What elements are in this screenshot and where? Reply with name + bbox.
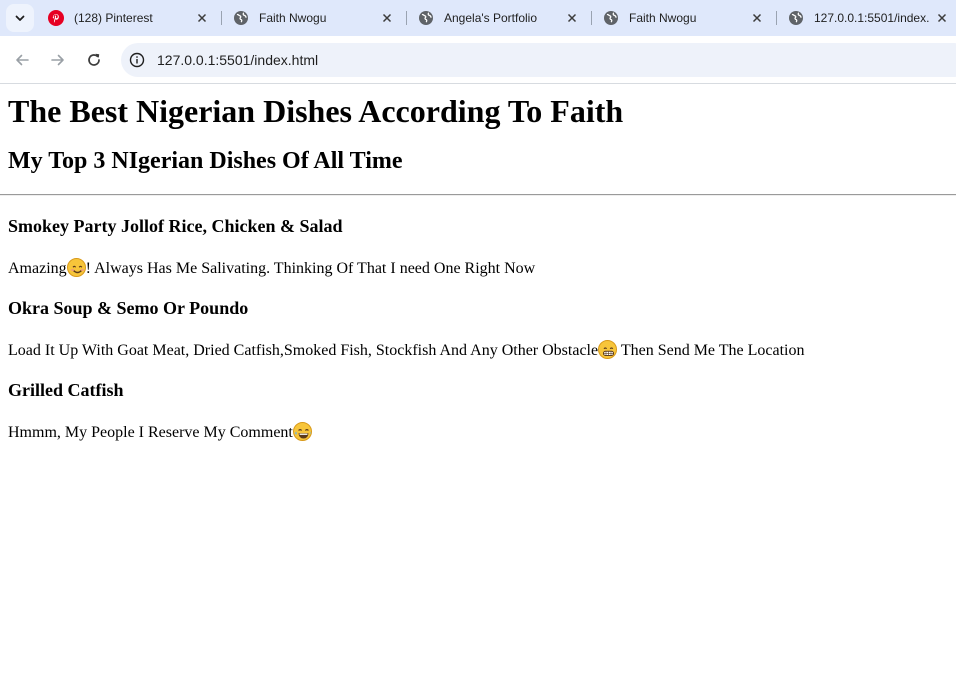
pinterest-icon — [48, 10, 64, 26]
tab-pinterest[interactable]: (128) Pinterest — [38, 4, 216, 32]
page-content: The Best Nigerian Dishes According To Fa… — [0, 84, 956, 443]
dish-description-text: Then Send Me The Location — [617, 342, 805, 359]
smiling-face-emoji-icon — [66, 258, 86, 277]
globe-icon — [234, 11, 248, 25]
tab-title: Faith Nwogu — [259, 11, 327, 25]
back-arrow-icon — [16, 54, 29, 66]
dish-name: Okra Soup & Semo Or Poundo — [8, 298, 249, 318]
dish-description: Amazing ! Always Has Me Salivating. Thin… — [8, 258, 956, 279]
dish-name: Smokey Party Jollof Rice, Chicken & Sala… — [8, 216, 343, 236]
dish-name: Grilled Catfish — [8, 380, 124, 400]
close-icon[interactable] — [564, 10, 580, 26]
close-icon[interactable] — [934, 10, 950, 26]
tab-separator — [221, 11, 222, 25]
globe-icon — [789, 11, 803, 25]
forward-button[interactable] — [46, 48, 70, 72]
url-text: 127.0.0.1:5501/index.html — [157, 52, 319, 68]
tab-faith-nwogu[interactable]: Faith Nwogu — [223, 4, 401, 32]
close-icon[interactable] — [379, 10, 395, 26]
tears-of-joy-emoji-icon — [292, 422, 312, 441]
tab-separator — [776, 11, 777, 25]
close-icon[interactable] — [194, 10, 210, 26]
tab-separator — [406, 11, 407, 25]
tab-title: (128) Pinterest — [74, 11, 153, 25]
dish-description: Hmmm, My People I Reserve My Comment — [8, 422, 956, 443]
close-icon[interactable] — [749, 10, 765, 26]
tab-title: 127.0.0.1:5501/index. — [814, 11, 930, 25]
tab-strip: (128) Pinterest Faith Nwogu Angela's Por… — [0, 0, 956, 36]
tab-title: Angela's Portfolio — [444, 11, 538, 25]
forward-arrow-icon — [51, 54, 64, 66]
back-button[interactable] — [10, 48, 34, 72]
address-bar[interactable]: 127.0.0.1:5501/index.html — [121, 43, 956, 77]
tab-title: Faith Nwogu — [629, 11, 697, 25]
site-info-icon[interactable] — [129, 52, 145, 68]
dish-description: Load It Up With Goat Meat, Dried Catfish… — [8, 340, 956, 361]
tab-separator — [591, 11, 592, 25]
dish-description-text: ! Always Has Me Salivating. Thinking Of … — [85, 260, 536, 277]
tab-localhost[interactable]: 127.0.0.1:5501/index. — [778, 4, 956, 32]
divider — [0, 194, 956, 196]
browser-toolbar: 127.0.0.1:5501/index.html — [0, 36, 956, 84]
page-title: The Best Nigerian Dishes According To Fa… — [8, 93, 624, 129]
tab-search-button[interactable] — [6, 4, 34, 32]
tab-angelas-portfolio[interactable]: Angela's Portfolio — [408, 4, 586, 32]
reload-icon — [88, 53, 100, 66]
grinning-face-emoji-icon — [598, 340, 618, 359]
tab-faith-nwogu-2[interactable]: Faith Nwogu — [593, 4, 771, 32]
dish-description-text: Load It Up With Goat Meat, Dried Catfish… — [8, 342, 599, 359]
globe-icon — [419, 11, 433, 25]
chevron-down-icon — [15, 15, 25, 21]
globe-icon — [604, 11, 618, 25]
dish-description-text: Amazing — [8, 260, 67, 277]
dish-description-text: Hmmm, My People I Reserve My Comment — [8, 424, 293, 441]
reload-button[interactable] — [82, 48, 106, 72]
page-subtitle: My Top 3 NIgerian Dishes Of All Time — [8, 148, 403, 174]
